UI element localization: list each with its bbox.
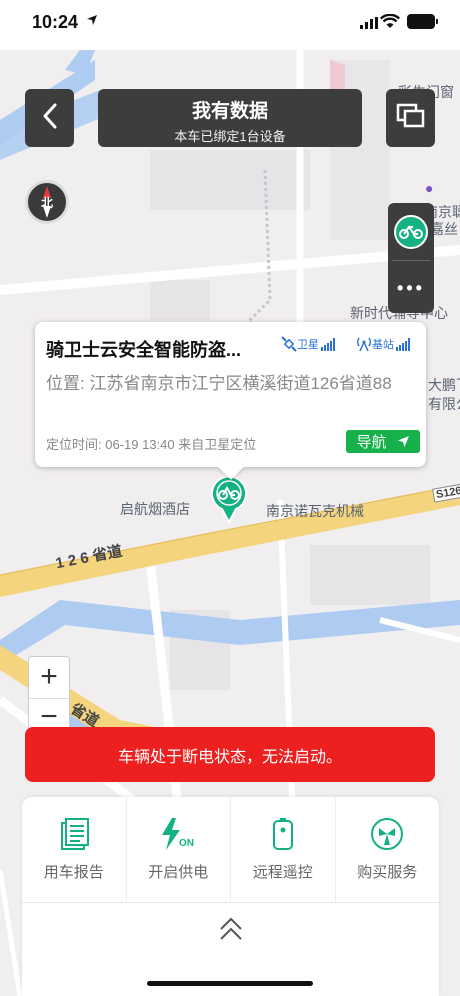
zoom-in-button[interactable]: +: [29, 657, 69, 699]
remote-control-button[interactable]: 远程遥控: [231, 797, 336, 902]
poi-label: 有限公: [428, 396, 460, 412]
power-on-button[interactable]: ON 开启供电: [127, 797, 231, 902]
bottom-action-panel: 用车报告 ON 开启供电 远程遥控 购买服务: [22, 797, 439, 996]
overlapping-squares-icon: [396, 103, 426, 134]
base-station-label: 基站: [372, 339, 394, 351]
switch-device-button[interactable]: [386, 89, 435, 147]
device-map-marker[interactable]: [210, 473, 248, 525]
service-icon: [370, 817, 404, 856]
alert-text: 车辆处于断电状态，无法启动。: [117, 748, 342, 766]
action-label: 购买服务: [357, 864, 418, 881]
compass-button[interactable]: 北: [25, 180, 69, 224]
device-info-card: 骑卫士云安全智能防盗... 卫星 基站 位置: 江苏省南京市江宁区横溪街道126…: [35, 322, 426, 467]
buy-service-button[interactable]: 购买服务: [336, 797, 440, 902]
signal-bars-icon: [396, 337, 410, 351]
divider: [392, 260, 430, 261]
satellite-icon: [281, 336, 297, 352]
compass-label: 北: [40, 196, 53, 210]
back-button[interactable]: [25, 89, 74, 147]
navigate-label: 导航: [356, 434, 387, 451]
action-label: 远程遥控: [252, 864, 313, 881]
zoom-control: + −: [28, 656, 70, 736]
device-name: 骑卫士云安全智能防盗...: [46, 340, 242, 360]
device-header[interactable]: 我有数据 本车已绑定1台设备: [98, 89, 362, 147]
signal-bars-icon: [321, 337, 335, 351]
side-panel: •••: [388, 203, 434, 313]
page-subtitle: 本车已绑定1台设备: [174, 129, 286, 144]
status-time: 10:24: [32, 12, 79, 32]
shop-poi-icon: ●: [425, 180, 434, 196]
location-arrow-icon: [86, 14, 98, 29]
device-address: 位置: 江苏省南京市江宁区横溪街道126省道88: [46, 374, 392, 393]
power-on-text: ON: [179, 838, 194, 849]
satellite-signal: 卫星: [281, 336, 335, 352]
antenna-icon: [357, 337, 371, 352]
bike-marker-icon: [211, 475, 247, 525]
wifi-icon: [379, 13, 401, 34]
home-indicator[interactable]: [147, 981, 313, 986]
bicycle-icon: [399, 225, 423, 239]
signal-icon: [360, 17, 378, 29]
battery-icon: [407, 14, 438, 29]
action-row: 用车报告 ON 开启供电 远程遥控 购买服务: [22, 797, 439, 903]
power-off-alert: 车辆处于断电状态，无法启动。: [25, 727, 435, 782]
action-label: 开启供电: [148, 864, 209, 881]
bike-locate-button[interactable]: [394, 215, 428, 249]
double-chevron-up-icon: [219, 917, 242, 940]
action-label: 用车报告: [43, 864, 104, 881]
location-time: 定位时间: 06-19 13:40 来自卫星定位: [46, 437, 257, 452]
base-station-signal: 基站: [356, 336, 410, 352]
vehicle-report-button[interactable]: 用车报告: [22, 797, 127, 902]
report-icon: [58, 817, 90, 856]
poi-label: 嘉丝: [430, 221, 458, 237]
poi-label: 大鹏飞: [428, 377, 460, 393]
status-bar: 10:24: [0, 0, 460, 50]
power-on-icon: ON: [158, 817, 198, 856]
more-icon[interactable]: •••: [388, 278, 434, 299]
navigate-button[interactable]: 导航: [346, 430, 420, 453]
remote-control-icon: [271, 817, 295, 856]
page-title: 我有数据: [191, 101, 268, 122]
navigation-arrow-icon: [397, 436, 409, 447]
poi-label: 启航烟酒店: [120, 501, 190, 517]
expand-panel-button[interactable]: [22, 915, 439, 943]
chevron-left-icon: [42, 103, 58, 134]
satellite-label: 卫星: [297, 339, 319, 351]
poi-label: 南京诺瓦克机械: [266, 503, 364, 519]
